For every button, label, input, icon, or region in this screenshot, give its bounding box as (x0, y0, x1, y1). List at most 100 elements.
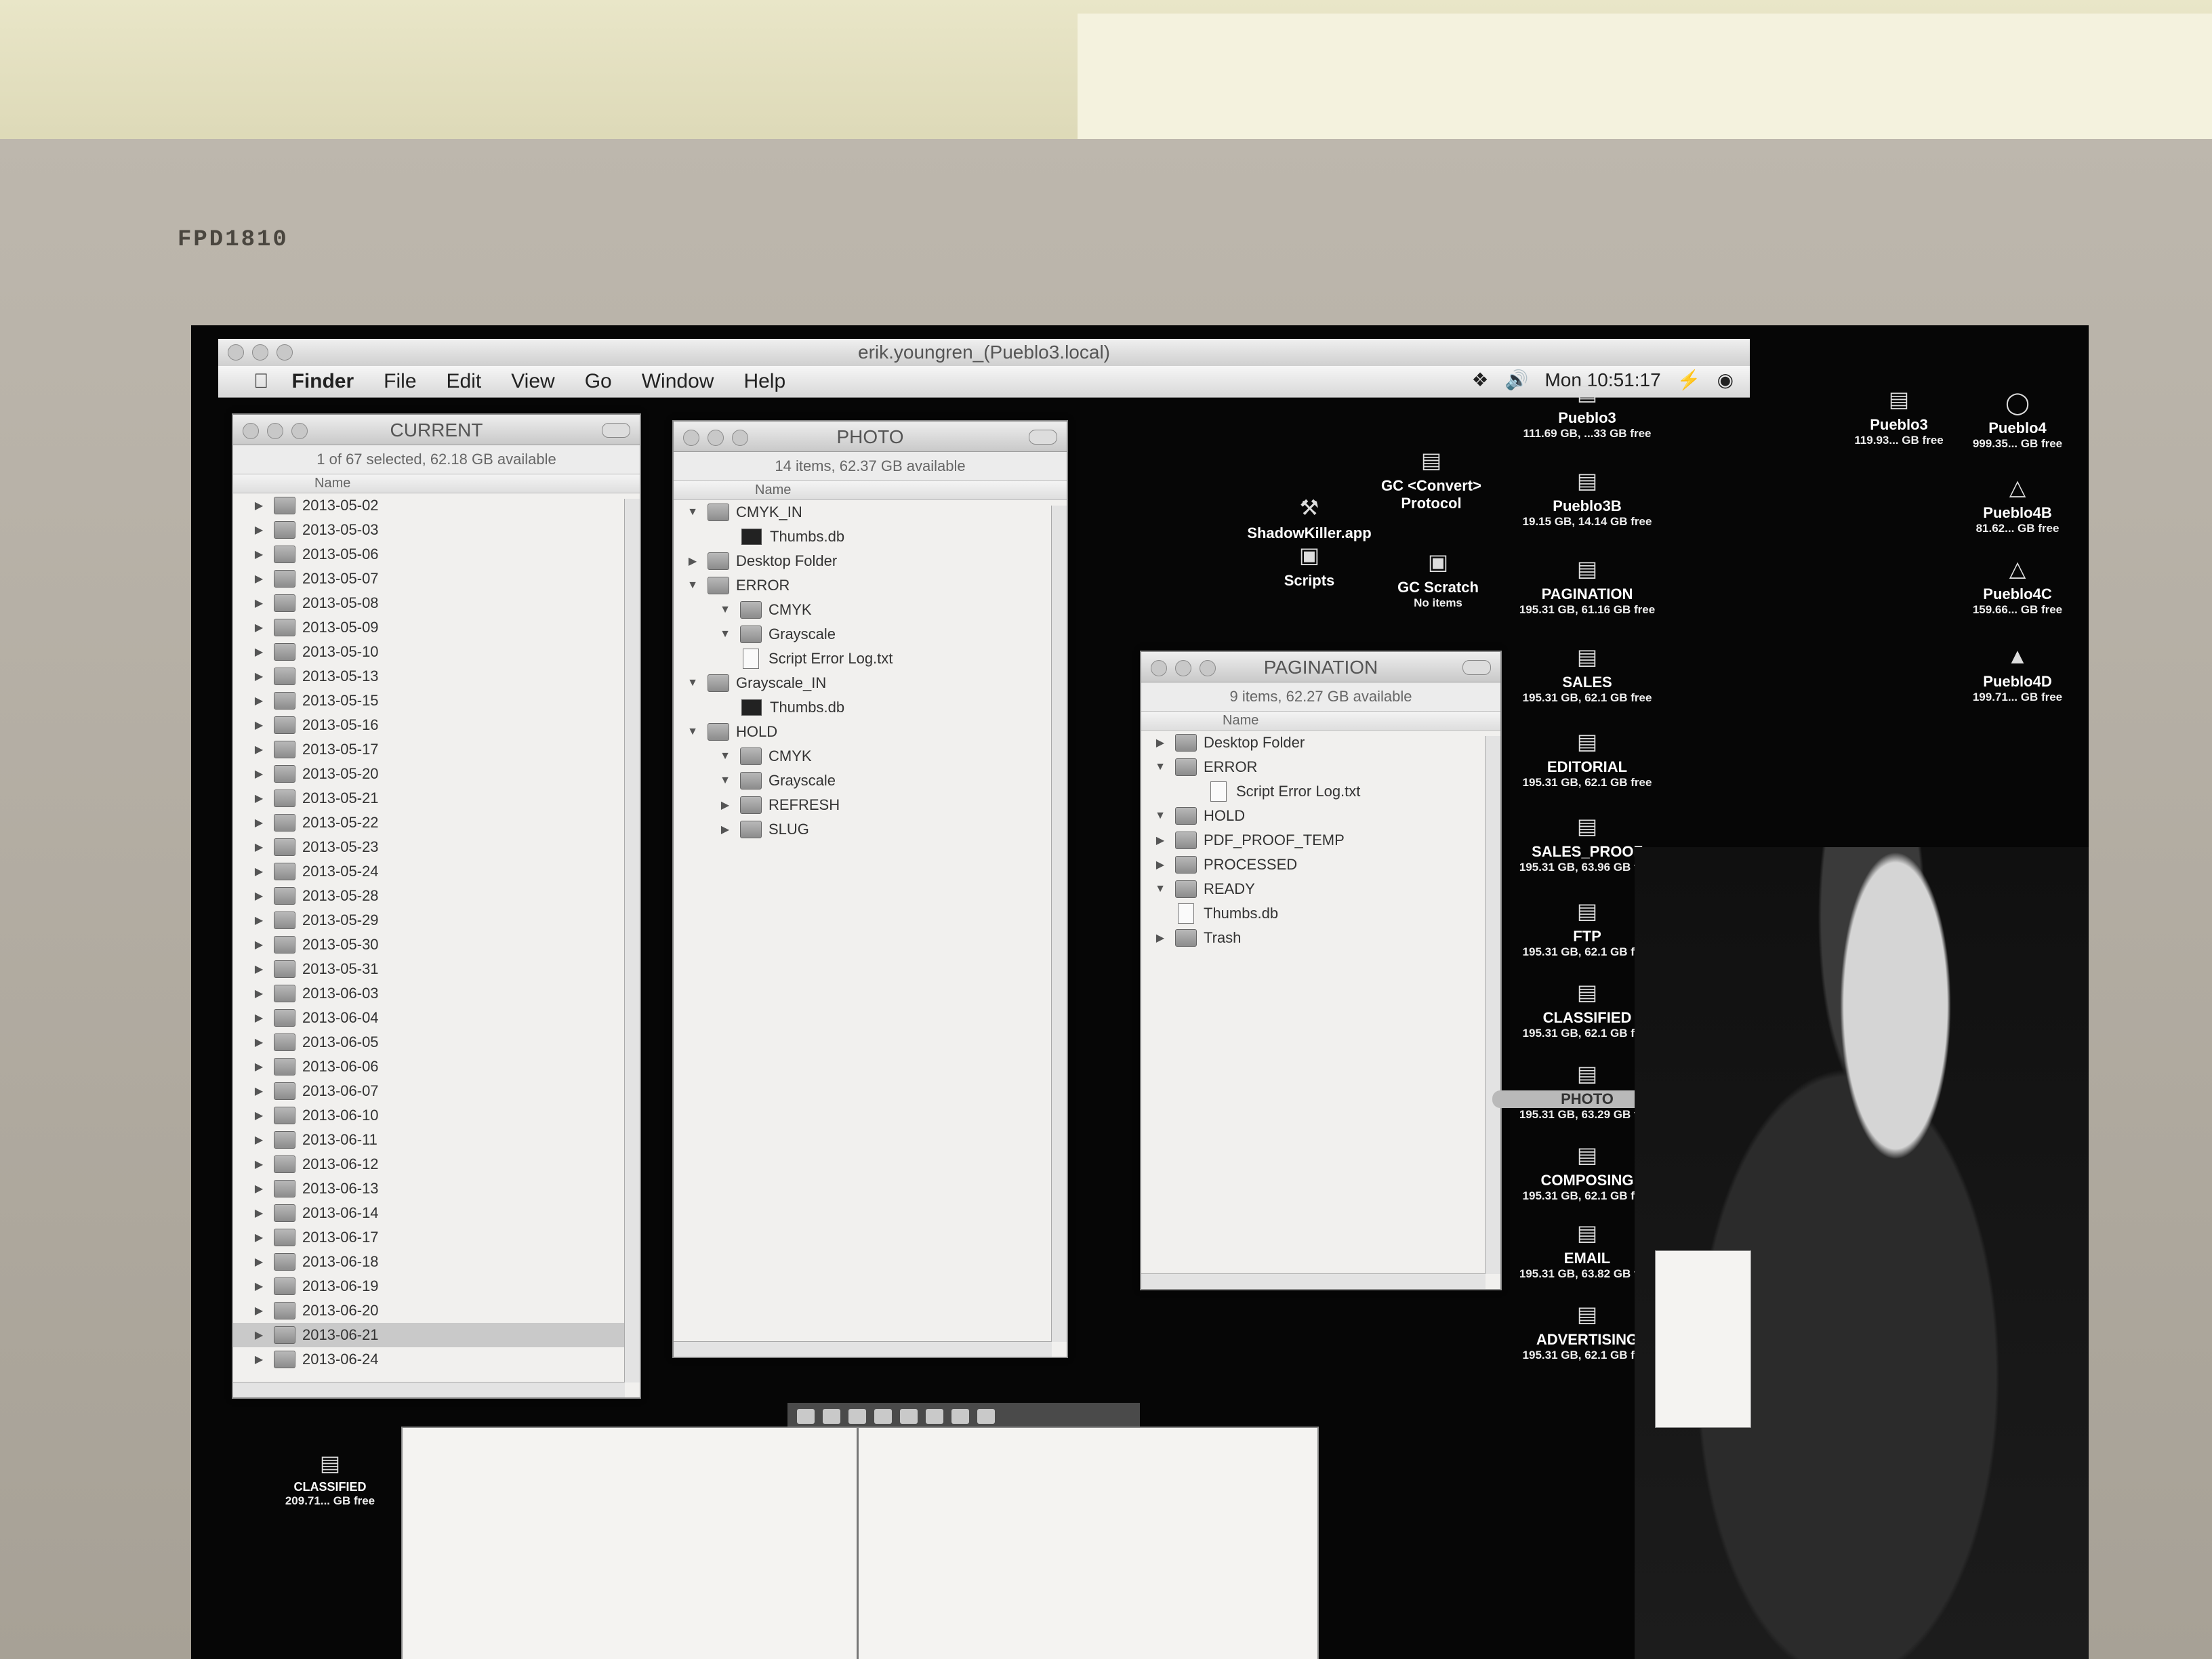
desktop-volume-sales[interactable]: ▤ SALES 195.31 GB, 62.1 GB free (1492, 644, 1682, 705)
vertical-scrollbar[interactable] (1051, 506, 1067, 1342)
disclosure-triangle-icon[interactable]: ▶ (251, 1109, 267, 1122)
list-item[interactable]: ▶ 2013-05-23 (233, 835, 640, 859)
tool-button[interactable] (797, 1409, 815, 1424)
list-item[interactable]: Thumbs.db (674, 525, 1067, 549)
tool-button[interactable] (823, 1409, 840, 1424)
horizontal-scrollbar[interactable] (1141, 1273, 1486, 1289)
list-item[interactable]: Script Error Log.txt (674, 647, 1067, 671)
list-item[interactable]: ▶ PROCESSED (1141, 853, 1500, 877)
disclosure-triangle-icon[interactable]: ▶ (251, 840, 267, 854)
disclosure-triangle-icon[interactable]: ▶ (717, 798, 733, 812)
list-item[interactable]: Thumbs.db (674, 695, 1067, 720)
list-item[interactable]: ▶ 2013-06-14 (233, 1201, 640, 1225)
list-item[interactable]: ▶ 2013-05-31 (233, 957, 640, 981)
disclosure-triangle-icon[interactable]: ▶ (251, 1133, 267, 1147)
disclosure-triangle-icon[interactable]: ▶ (251, 694, 267, 708)
list-item[interactable]: ▶ 2013-05-15 (233, 689, 640, 713)
list-item[interactable]: ▶ Trash (1141, 926, 1500, 950)
list-item[interactable]: ▶ 2013-06-13 (233, 1176, 640, 1201)
spotlight-icon[interactable]: ◉ (1717, 369, 1734, 391)
desktop-volume-pagination[interactable]: ▤ PAGINATION 195.31 GB, 61.16 GB free (1492, 556, 1682, 617)
list-item[interactable]: ▶ 2013-06-20 (233, 1298, 640, 1323)
list-item[interactable]: ▶ 2013-05-13 (233, 664, 640, 689)
list-item[interactable]: ▶ 2013-05-30 (233, 933, 640, 957)
list-item[interactable]: ▶ 2013-05-21 (233, 786, 640, 811)
disclosure-triangle-icon[interactable]: ▶ (251, 718, 267, 732)
list-item[interactable]: ▶ 2013-05-20 (233, 762, 640, 786)
disclosure-triangle-icon[interactable]: ▶ (251, 792, 267, 805)
disclosure-triangle-icon[interactable]: ▶ (251, 1279, 267, 1293)
pagination-titlebar[interactable]: PAGINATION (1141, 652, 1500, 682)
name-column-header[interactable]: Name (674, 481, 1067, 500)
tool-button[interactable] (951, 1409, 969, 1424)
list-item[interactable]: ▼ HOLD (674, 720, 1067, 744)
disclosure-triangle-icon[interactable]: ▶ (251, 1182, 267, 1195)
list-item[interactable]: ▶ Desktop Folder (1141, 731, 1500, 755)
disclosure-triangle-icon[interactable]: ▶ (251, 865, 267, 878)
list-item[interactable]: ▶ 2013-05-08 (233, 591, 640, 615)
list-item[interactable]: ▶ 2013-06-24 (233, 1347, 640, 1372)
list-item[interactable]: ▶ 2013-05-16 (233, 713, 640, 737)
disclosure-open-icon[interactable]: ▼ (717, 775, 733, 787)
disclosure-triangle-icon[interactable]: ▶ (251, 1304, 267, 1317)
disclosure-triangle-icon[interactable]: ▶ (251, 743, 267, 756)
desktop-icon-pueblo4d[interactable]: ▲ Pueblo4D 199.71... GB free (1953, 644, 2082, 704)
disclosure-triangle-icon[interactable]: ▶ (684, 554, 701, 568)
menu-go[interactable]: Go (585, 370, 612, 393)
list-item[interactable]: ▶ 2013-06-21 (233, 1323, 640, 1347)
disclosure-open-icon[interactable]: ▼ (1152, 883, 1168, 895)
top-window-titlebar[interactable]: erik.youngren_(Pueblo3.local) (218, 339, 1750, 367)
desktop-icon-pueblo4[interactable]: ◯ Pueblo4 999.35... GB free (1953, 390, 2082, 451)
list-item[interactable]: ▶ 2013-05-29 (233, 908, 640, 933)
list-item[interactable]: ▶ 2013-05-06 (233, 542, 640, 567)
list-item[interactable]: ▶ 2013-06-12 (233, 1152, 640, 1176)
disclosure-open-icon[interactable]: ▼ (684, 677, 701, 689)
apple-menu-icon[interactable]:  (253, 370, 269, 393)
menu-finder[interactable]: Finder (292, 370, 354, 393)
tool-button[interactable] (977, 1409, 995, 1424)
desktop-icon-pueblo4b[interactable]: △ Pueblo4B 81.62... GB free (1953, 474, 2082, 535)
menu-edit[interactable]: Edit (447, 370, 482, 393)
disclosure-open-icon[interactable]: ▼ (1152, 761, 1168, 773)
disclosure-open-icon[interactable]: ▼ (1152, 810, 1168, 822)
toolbar-toggle-button[interactable] (1462, 660, 1491, 675)
list-item[interactable]: ▶ 2013-06-10 (233, 1103, 640, 1128)
disclosure-triangle-icon[interactable]: ▶ (251, 1231, 267, 1244)
list-item[interactable]: Script Error Log.txt (1141, 779, 1500, 804)
disclosure-triangle-icon[interactable]: ▶ (251, 523, 267, 537)
list-item[interactable]: ▶ Desktop Folder (674, 549, 1067, 573)
disclosure-triangle-icon[interactable]: ▶ (251, 499, 267, 512)
list-item[interactable]: ▼ Grayscale (674, 622, 1067, 647)
desktop-volume-pueblo3b[interactable]: ▤ Pueblo3B 19.15 GB, 14.14 GB free (1492, 468, 1682, 529)
tool-button[interactable] (874, 1409, 892, 1424)
list-item[interactable]: ▼ CMYK_IN (674, 500, 1067, 525)
disclosure-open-icon[interactable]: ▼ (717, 628, 733, 640)
desktop-icon-pueblo3-right[interactable]: ▤ Pueblo3 119.93... GB free (1831, 386, 1967, 447)
partial-window[interactable] (1655, 1250, 1751, 1428)
disclosure-triangle-icon[interactable]: ▶ (1152, 736, 1168, 750)
disclosure-open-icon[interactable]: ▼ (684, 579, 701, 592)
disclosure-open-icon[interactable]: ▼ (717, 604, 733, 616)
name-column-header[interactable]: Name (1141, 712, 1500, 731)
menu-view[interactable]: View (511, 370, 554, 393)
disclosure-triangle-icon[interactable]: ▶ (251, 596, 267, 610)
disclosure-triangle-icon[interactable]: ▶ (251, 914, 267, 927)
photo-finder-window[interactable]: PHOTO 14 items, 62.37 GB available Name … (672, 420, 1068, 1358)
disclosure-triangle-icon[interactable]: ▶ (251, 767, 267, 781)
list-item[interactable]: ▶ 2013-06-04 (233, 1006, 640, 1030)
list-item[interactable]: ▶ PDF_PROOF_TEMP (1141, 828, 1500, 853)
disclosure-triangle-icon[interactable]: ▶ (1152, 834, 1168, 847)
list-item[interactable]: ▶ 2013-06-18 (233, 1250, 640, 1274)
disclosure-triangle-icon[interactable]: ▶ (251, 816, 267, 830)
disclosure-triangle-icon[interactable]: ▶ (251, 1353, 267, 1366)
disclosure-triangle-icon[interactable]: ▶ (251, 621, 267, 634)
toolbar-toggle-button[interactable] (602, 423, 630, 438)
list-item[interactable]: ▶ 2013-06-07 (233, 1079, 640, 1103)
desktop-volume-editorial[interactable]: ▤ EDITORIAL 195.31 GB, 62.1 GB free (1492, 729, 1682, 790)
disclosure-open-icon[interactable]: ▼ (684, 726, 701, 738)
photo-titlebar[interactable]: PHOTO (674, 422, 1067, 452)
current-finder-window[interactable]: CURRENT 1 of 67 selected, 62.18 GB avail… (232, 413, 641, 1399)
desktop-icon-scripts[interactable]: ▣ Scripts (1248, 542, 1370, 590)
dropbox-icon[interactable]: ❖ (1471, 369, 1488, 391)
pane-divider[interactable] (857, 1428, 859, 1659)
